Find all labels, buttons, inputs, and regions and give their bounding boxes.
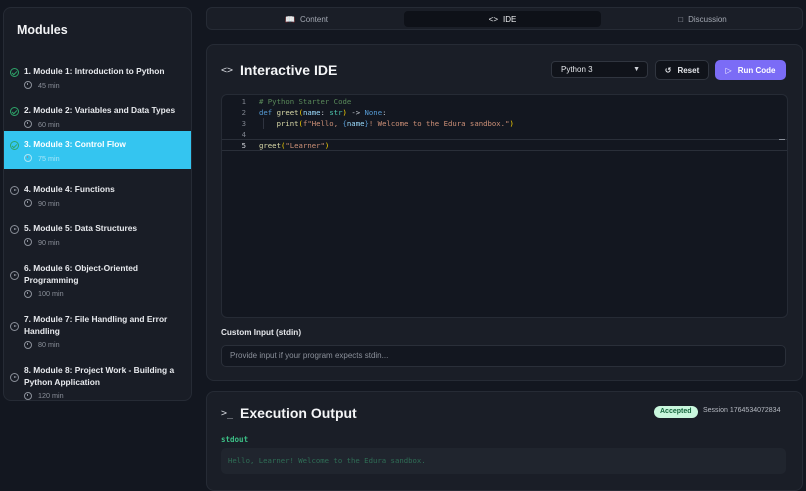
play-circle-icon <box>10 225 19 234</box>
terminal-icon: >_ <box>221 407 234 419</box>
module-title: 4. Module 4: Functions <box>24 184 115 194</box>
ide-title: <> Interactive IDE <box>221 62 338 78</box>
play-circle-icon <box>10 186 19 195</box>
module-duration: 75 min <box>24 154 191 163</box>
tab-discussion[interactable]: □ Discussion <box>604 11 801 27</box>
play-circle-icon <box>10 373 19 382</box>
sidebar-title: Modules <box>17 23 68 37</box>
stdout-label: stdout <box>221 435 249 444</box>
code-line: def greet(name: str) -> None: <box>259 108 387 117</box>
module-item-3-active[interactable]: 3. Module 3: Control Flow 75 min <box>4 131 191 169</box>
line-number: 1 <box>241 97 246 106</box>
scrollbar-marker <box>779 139 785 140</box>
tab-content[interactable]: 📖 Content <box>210 11 403 27</box>
module-title: 2. Module 2: Variables and Data Types <box>24 105 176 115</box>
module-item-7[interactable]: 7. Module 7: File Handling and Error Han… <box>4 314 191 349</box>
check-circle-icon <box>10 68 19 77</box>
module-title: 5. Module 5: Data Structures <box>24 223 138 233</box>
module-title-line1: 6. Module 6: Object-Oriented <box>24 263 139 273</box>
module-title-line2: Python Application <box>24 376 100 387</box>
module-item-8[interactable]: 8. Module 8: Project Work - Building a P… <box>4 365 191 400</box>
execution-output-panel: >_ Execution Output Accepted Session 1764… <box>206 391 803 491</box>
check-circle-icon <box>10 107 19 116</box>
module-duration: 80 min <box>24 340 191 349</box>
module-item-2[interactable]: 2. Module 2: Variables and Data Types 60… <box>4 105 191 129</box>
code-line: # Python Starter Code <box>259 97 352 106</box>
reset-button[interactable]: ↺ Reset <box>655 60 709 80</box>
module-title-line1: 8. Module 8: Project Work - Building a <box>24 365 175 375</box>
play-icon: ▷ <box>725 65 732 75</box>
current-line: 5 greet("Learner") <box>222 139 787 151</box>
module-item-6[interactable]: 6. Module 6: Object-Oriented Programming… <box>4 263 191 298</box>
code-icon: <> <box>221 64 234 76</box>
code-icon: <> <box>488 14 498 24</box>
module-title-line2: Handling <box>24 325 60 336</box>
module-item-4[interactable]: 4. Module 4: Functions 90 min <box>4 184 191 208</box>
line-number: 5 <box>241 141 246 150</box>
module-duration: 90 min <box>24 199 191 208</box>
language-select[interactable]: Python 3 ▼ <box>551 61 648 78</box>
modules-sidebar: Modules 1. Module 1: Introduction to Pyt… <box>3 7 192 401</box>
line-number: 3 <box>241 119 246 128</box>
clock-icon <box>24 238 32 246</box>
code-editor[interactable]: 1 # Python Starter Code 2 def greet(name… <box>221 94 788 318</box>
clock-icon <box>24 289 32 298</box>
tab-bar: 📖 Content <> IDE □ Discussion <box>206 7 803 30</box>
module-item-5[interactable]: 5. Module 5: Data Structures 90 min <box>4 223 191 247</box>
check-circle-icon <box>10 141 19 150</box>
module-duration: 60 min <box>24 120 191 129</box>
clock-icon <box>24 81 32 89</box>
clock-icon <box>24 340 32 349</box>
code-line: greet("Learner") <box>259 141 330 150</box>
module-item-1[interactable]: 1. Module 1: Introduction to Python 45 m… <box>4 66 191 90</box>
status-badge: Accepted <box>654 406 698 418</box>
module-duration: 100 min <box>24 289 191 298</box>
stdin-input[interactable]: Provide input if your program expects st… <box>221 345 786 367</box>
output-title: >_ Execution Output <box>221 405 357 421</box>
tab-ide[interactable]: <> IDE <box>404 11 601 27</box>
module-title: 1. Module 1: Introduction to Python <box>24 66 165 76</box>
reset-icon: ↺ <box>664 65 672 75</box>
clock-icon <box>24 154 32 162</box>
module-title: 3. Module 3: Control Flow <box>24 139 126 149</box>
play-circle-icon <box>10 322 19 331</box>
clock-icon <box>24 120 32 128</box>
book-icon: 📖 <box>285 14 295 24</box>
play-circle-icon <box>10 271 19 280</box>
module-duration: 120 min <box>24 391 191 400</box>
module-title-line1: 7. Module 7: File Handling and Error <box>24 314 168 324</box>
run-code-button[interactable]: ▷ Run Code <box>715 60 786 80</box>
line-number: 2 <box>241 108 246 117</box>
chat-icon: □ <box>678 14 684 24</box>
module-duration: 90 min <box>24 238 191 247</box>
clock-icon <box>24 199 32 207</box>
chevron-down-icon: ▼ <box>633 66 640 73</box>
session-id: Session 1764534072834 <box>703 407 781 414</box>
ide-panel: <> Interactive IDE Python 3 ▼ ↺ Reset ▷ Run … <box>206 44 803 381</box>
clock-icon <box>24 391 32 400</box>
stdout-output: Hello, Learner! Welcome to the Edura san… <box>221 448 786 474</box>
module-title-line2: Programming <box>24 274 79 285</box>
module-duration: 45 min <box>24 81 191 90</box>
code-line: print(f"Hello, {name}! Welcome to the Ed… <box>276 119 514 128</box>
stdin-label: Custom Input (stdin) <box>221 328 302 337</box>
